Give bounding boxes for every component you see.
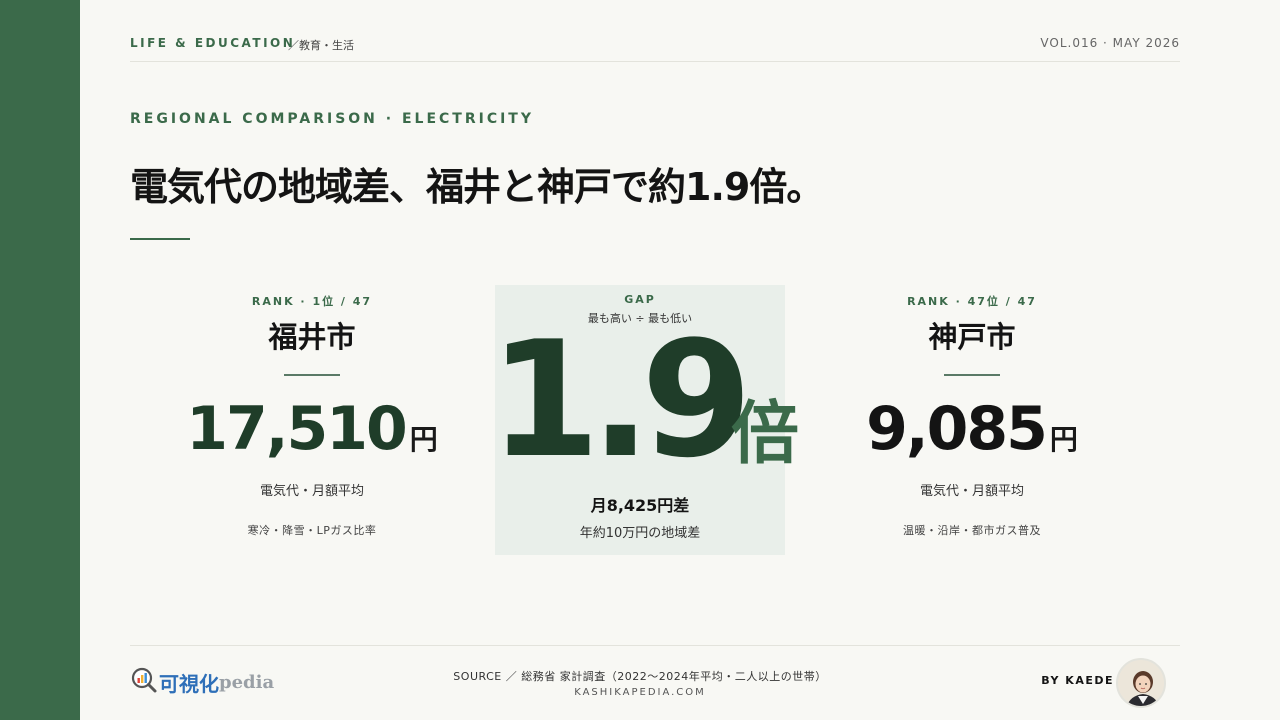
- factors-label: 寒冷・降雪・LPガス比率: [247, 524, 377, 537]
- amount-row: 9,085 円: [822, 394, 1122, 464]
- amount-unit: 円: [1049, 423, 1078, 456]
- gap-ratio-unit: 倍: [731, 395, 800, 474]
- annual-difference: 年約10万円の地域差: [579, 526, 701, 541]
- city-card-kobe: RANK · 47位 / 47 神戸市 9,085 円 電気代・月額平均 温暖・沿…: [822, 293, 1122, 538]
- rank-label: RANK · 1位 / 47: [251, 295, 373, 308]
- author-byline: BY KAEDE: [1041, 674, 1114, 687]
- amount-value: 17,510: [186, 394, 408, 464]
- gap-label: GAP: [624, 293, 656, 306]
- volume-date: VOL.016 · MAY 2026: [1040, 36, 1180, 50]
- amount-value: 9,085: [866, 394, 1048, 464]
- metric-label: 電気代・月額平均: [259, 484, 364, 499]
- page-title: 電気代の地域差、福井と神戸で約1.9倍。: [130, 165, 824, 209]
- city-card-fukui: RANK · 1位 / 47 福井市 17,510 円 電気代・月額平均 寒冷・降…: [162, 293, 462, 538]
- site-url[interactable]: KASHIKAPEDIA.COM: [380, 687, 900, 698]
- title-divider: [130, 238, 190, 240]
- header: LIFE & EDUCATION ／教育・生活 VOL.016 · MAY 20…: [130, 36, 1180, 62]
- city-name: 福井市: [268, 320, 356, 354]
- city-divider: [284, 374, 340, 376]
- monthly-difference: 月8,425円差: [590, 496, 690, 515]
- footer: 可視化pedia SOURCE ／ 総務省 家計調査（2022〜2024年平均・…: [130, 645, 1180, 720]
- magnifier-chart-icon: [130, 666, 158, 698]
- kicker: REGIONAL COMPARISON · ELECTRICITY: [130, 111, 534, 127]
- side-accent-bar: [0, 0, 80, 720]
- gap-ratio: 1.9: [489, 306, 752, 493]
- city-name: 神戸市: [928, 320, 1016, 354]
- site-logo[interactable]: 可視化pedia: [130, 666, 275, 696]
- factors-label: 温暖・沿岸・都市ガス普及: [903, 524, 1041, 537]
- gap-panel: GAP 最も高い ÷ 最も低い 1.9 倍 月8,425円差 年約10万円の地域…: [489, 285, 799, 555]
- category-label: LIFE & EDUCATION: [130, 36, 296, 50]
- amount-unit: 円: [409, 423, 438, 456]
- metric-label: 電気代・月額平均: [919, 484, 1024, 499]
- logo-text-ja: 可視化: [159, 671, 219, 696]
- logo-text-en: pedia: [219, 671, 275, 693]
- rank-label: RANK · 47位 / 47: [907, 295, 1037, 308]
- city-divider: [944, 374, 1000, 376]
- category-label-ja: ／教育・生活: [288, 39, 354, 52]
- amount-row: 17,510 円: [162, 394, 462, 464]
- author-avatar: [1116, 658, 1166, 708]
- source-citation: SOURCE ／ 総務省 家計調査（2022〜2024年平均・二人以上の世帯）: [453, 670, 827, 683]
